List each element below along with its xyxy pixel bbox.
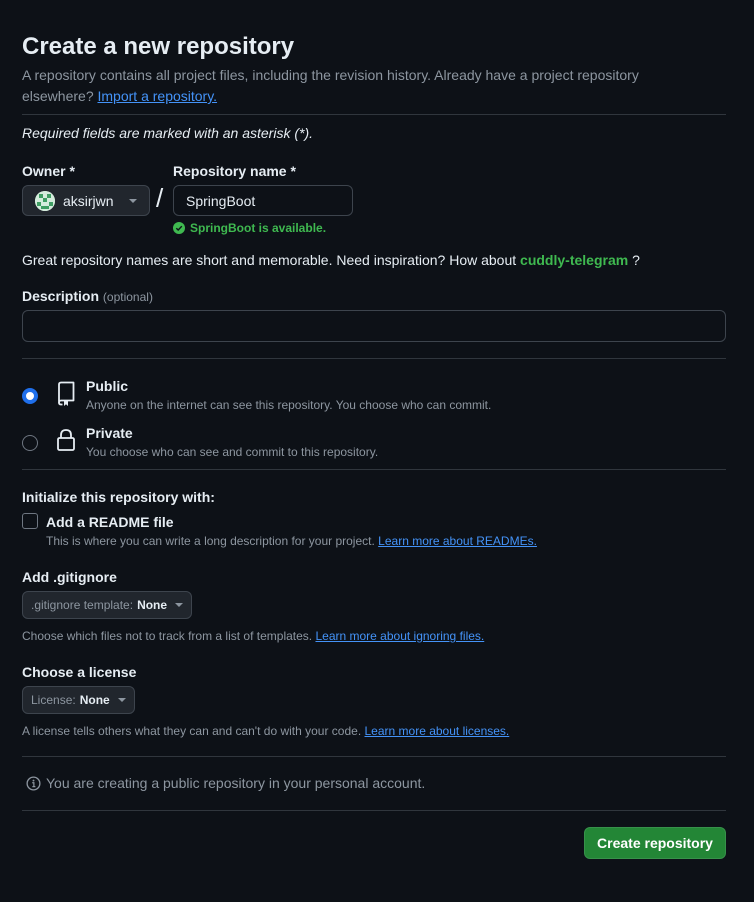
description-label: Description (optional) — [22, 288, 153, 304]
description-label-text: Description — [22, 288, 100, 304]
description-input[interactable] — [22, 310, 726, 342]
optional-tag: (optional) — [102, 290, 153, 304]
create-repository-button[interactable]: Create repository — [584, 827, 726, 859]
private-radio[interactable] — [22, 435, 38, 451]
avatar — [35, 190, 55, 211]
gitignore-select[interactable]: .gitignore template: None — [22, 591, 193, 619]
divider — [22, 469, 726, 470]
public-radio[interactable] — [22, 388, 38, 404]
availability-text: SpringBoot is available. — [190, 221, 327, 235]
page-title: Create a new repository — [22, 33, 295, 60]
initialize-heading: Initialize this repository with: — [22, 489, 215, 505]
divider — [22, 756, 726, 757]
gitignore-description: Choose which files not to track from a l… — [22, 629, 484, 643]
page-subtitle: A repository contains all project files,… — [22, 65, 712, 107]
lock-icon — [56, 428, 76, 457]
info-message: You are creating a public repository in … — [26, 775, 425, 791]
divider — [22, 358, 726, 359]
repo-name-input[interactable] — [173, 185, 353, 216]
availability-status: SpringBoot is available. — [173, 221, 326, 235]
public-description: Anyone on the internet can see this repo… — [86, 398, 492, 412]
gitignore-desc-text: Choose which files not to track from a l… — [22, 629, 313, 643]
license-learn-more-link[interactable]: Learn more about licenses. — [365, 724, 510, 738]
repo-name-label: Repository name * — [173, 163, 296, 179]
gitignore-select-prefix: .gitignore template: — [31, 598, 134, 612]
import-repository-link[interactable]: Import a repository. — [98, 88, 218, 104]
license-desc-text: A license tells others what they can and… — [22, 724, 362, 738]
chevron-down-icon — [175, 603, 184, 607]
license-description: A license tells others what they can and… — [22, 724, 509, 738]
chevron-down-icon — [129, 199, 137, 203]
readme-desc-text: This is where you can write a long descr… — [46, 534, 375, 548]
info-icon — [26, 775, 41, 791]
readme-learn-more-link[interactable]: Learn more about READMEs. — [378, 534, 537, 548]
divider — [22, 810, 726, 811]
suggested-name[interactable]: cuddly-telegram — [520, 252, 628, 268]
private-description: You choose who can see and commit to thi… — [86, 445, 379, 459]
name-inspiration: Great repository names are short and mem… — [22, 252, 640, 268]
chevron-down-icon — [117, 698, 126, 702]
divider — [22, 114, 726, 115]
license-select-prefix: License: — [31, 693, 76, 707]
owner-label: Owner * — [22, 163, 75, 179]
license-select[interactable]: License: None — [22, 686, 135, 714]
check-circle-icon — [173, 222, 185, 234]
readme-label[interactable]: Add a README file — [46, 514, 174, 530]
repo-icon — [56, 381, 76, 412]
required-note: Required fields are marked with an aster… — [22, 125, 314, 141]
gitignore-select-value: None — [137, 598, 168, 612]
readme-description: This is where you can write a long descr… — [46, 534, 537, 548]
info-text: You are creating a public repository in … — [46, 775, 426, 791]
gitignore-learn-more-link[interactable]: Learn more about ignoring files. — [315, 629, 484, 643]
public-title: Public — [86, 378, 129, 394]
owner-name: aksirjwn — [63, 192, 114, 209]
inspiration-suffix: ? — [632, 252, 640, 268]
owner-select[interactable]: aksirjwn — [22, 185, 150, 216]
owner-repo-separator: / — [156, 183, 164, 213]
readme-checkbox[interactable] — [22, 513, 38, 529]
inspiration-text: Great repository names are short and mem… — [22, 252, 517, 268]
license-select-value: None — [79, 693, 110, 707]
private-title: Private — [86, 425, 133, 441]
license-heading: Choose a license — [22, 664, 137, 680]
gitignore-heading: Add .gitignore — [22, 569, 117, 585]
